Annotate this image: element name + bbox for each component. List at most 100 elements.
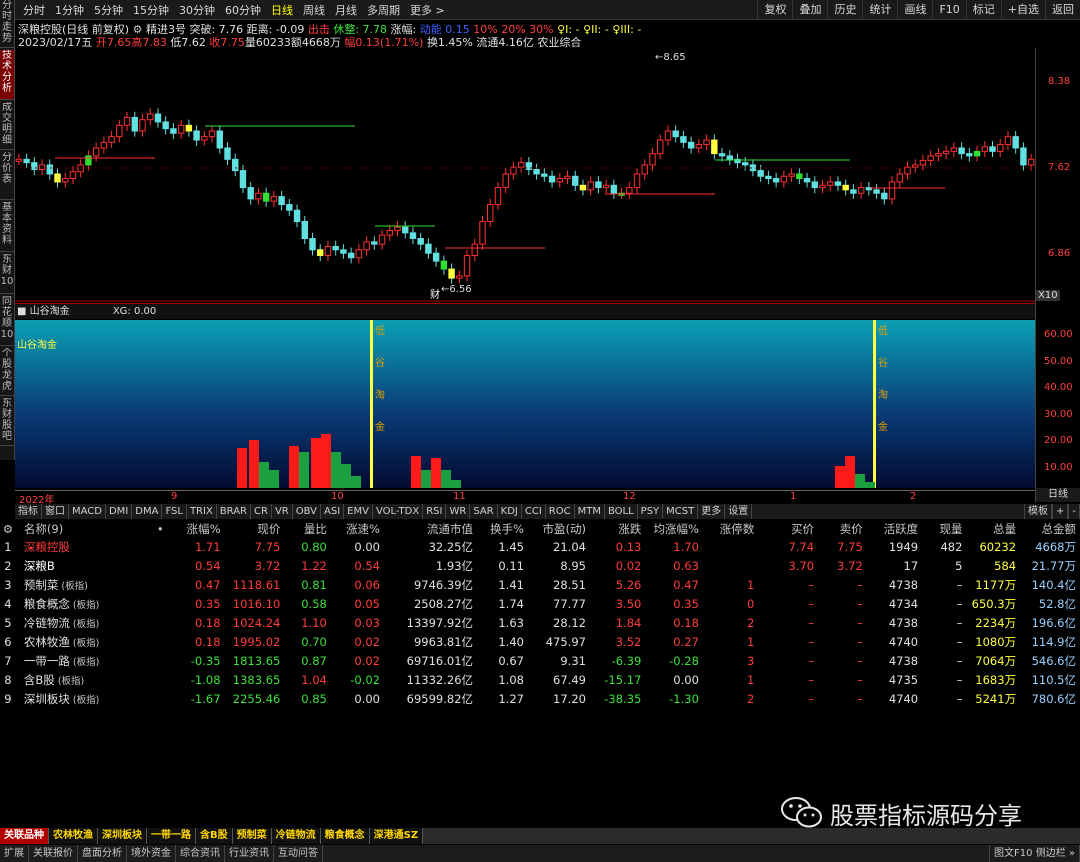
indicator-tab[interactable]: 窗口: [42, 504, 69, 519]
zoom-label[interactable]: X10: [1036, 290, 1060, 301]
table-row[interactable]: 8 含B股 (板指) -1.08 1383.65 1.04 -0.02 11332.26亿 1.…: [0, 670, 1080, 689]
status-right[interactable]: 图文F10 侧边栏 »: [989, 845, 1080, 862]
indicator-tab[interactable]: ASI: [321, 504, 345, 519]
left-tab[interactable]: 分时走势: [0, 0, 14, 48]
indicator-name[interactable]: 山谷淘金: [30, 306, 70, 317]
indicator-tab[interactable]: MACD: [69, 504, 106, 519]
indicator-tab[interactable]: SAR: [470, 504, 498, 519]
tool-button[interactable]: +自选: [1000, 0, 1045, 20]
indicator-chart[interactable]: 山谷淘金 低谷淘金 低谷淘金: [15, 320, 1035, 488]
indicator-tab[interactable]: CCI: [522, 504, 546, 519]
column-header[interactable]: 买价: [758, 520, 819, 537]
table-row[interactable]: 5 冷链物流 (板指) 0.18 1024.24 1.10 0.03 13397.92亿 1.6…: [0, 613, 1080, 632]
indicator-tab[interactable]: BOLL: [605, 504, 638, 519]
column-header[interactable]: 总金额: [1020, 520, 1080, 537]
column-header[interactable]: 换手%: [477, 520, 528, 537]
left-tab[interactable]: 东财股吧: [0, 398, 14, 446]
table-row[interactable]: 9 深圳板块 (板指) -1.67 2255.46 0.85 0.00 69599.82亿 1.…: [0, 689, 1080, 708]
indicator-tab[interactable]: ROC: [546, 504, 575, 519]
tool-button[interactable]: 标记: [965, 0, 1001, 20]
period-tab[interactable]: 月线: [330, 2, 362, 18]
left-tab[interactable]: 成交明细: [0, 102, 14, 150]
column-header[interactable]: 卖价: [818, 520, 867, 537]
column-header[interactable]: 均涨幅%: [645, 520, 703, 537]
indicator-tab[interactable]: FSL: [162, 504, 187, 519]
bottom-tab[interactable]: 含B股: [196, 828, 233, 844]
left-tab[interactable]: 同花顺10: [0, 296, 14, 346]
table-row[interactable]: 2 深粮B 0.54 3.72 1.22 0.54 1.93亿 0.11 8.95 0.02 0.6…: [0, 556, 1080, 575]
indicator-tab[interactable]: 指标: [15, 504, 42, 519]
bottom-tab[interactable]: 一带一路: [147, 828, 196, 844]
period-tab[interactable]: 更多 >: [405, 2, 450, 18]
period-tab[interactable]: 周线: [298, 2, 330, 18]
indicator-tab[interactable]: MTM: [575, 504, 605, 519]
indicator-tab[interactable]: CR: [251, 504, 272, 519]
tool-button[interactable]: 历史: [827, 0, 862, 20]
template-tab[interactable]: -: [1068, 504, 1080, 519]
bottom-tab[interactable]: 预制菜: [232, 828, 272, 844]
tool-button[interactable]: 复权: [757, 0, 792, 20]
column-header[interactable]: 量比: [284, 520, 331, 537]
table-row[interactable]: 6 农林牧渔 (板指) 0.18 1995.02 0.70 0.02 9963.81亿 1.40…: [0, 632, 1080, 651]
period-tab[interactable]: 5分钟: [89, 2, 128, 18]
column-header[interactable]: 涨幅%: [169, 520, 225, 537]
column-header[interactable]: 涨速%: [330, 520, 384, 537]
template-tab[interactable]: +: [1052, 504, 1069, 519]
column-header[interactable]: 现量: [922, 520, 967, 537]
indicator-tab[interactable]: OBV: [293, 504, 321, 519]
indicator-tab[interactable]: BRAR: [217, 504, 251, 519]
column-header[interactable]: •: [152, 520, 170, 537]
bottom-tab[interactable]: 粮食概念: [320, 828, 370, 844]
table-row[interactable]: 3 预制菜 (板指) 0.47 1118.61 0.81 0.06 9746.39亿 1.41 2…: [0, 575, 1080, 594]
indicator-tab[interactable]: MCST: [663, 504, 699, 519]
column-header[interactable]: 涨停数: [702, 520, 759, 537]
period-tab[interactable]: 30分钟: [174, 2, 220, 18]
daily-button[interactable]: 日线: [1036, 488, 1080, 502]
indicator-tab[interactable]: DMI: [106, 504, 133, 519]
indicator-tab[interactable]: VR: [272, 504, 293, 519]
table-row[interactable]: 1 深粮控股 1.71 7.75 0.80 0.00 32.25亿 1.45 21.04 0.13…: [0, 537, 1080, 556]
bottom-tab[interactable]: 深港通SZ: [369, 828, 424, 844]
left-tab[interactable]: 东财10: [0, 254, 14, 294]
left-tab[interactable]: 个股龙虎: [0, 348, 14, 396]
column-header[interactable]: 现价: [224, 520, 285, 537]
template-tab[interactable]: 模板: [1024, 504, 1052, 519]
left-tab[interactable]: 技术分析: [0, 50, 14, 100]
indicator-tab[interactable]: WR: [446, 504, 471, 519]
period-tab[interactable]: 60分钟: [220, 2, 266, 18]
column-header[interactable]: 活跃度: [866, 520, 923, 537]
indicator-tab[interactable]: KDJ: [498, 504, 522, 519]
period-tab[interactable]: 15分钟: [128, 2, 174, 18]
indicator-tab-icon[interactable]: ■: [17, 306, 26, 317]
period-tab[interactable]: 分时: [18, 2, 50, 18]
period-tab[interactable]: 多周期: [362, 2, 405, 18]
indicator-tab[interactable]: PSY: [638, 504, 664, 519]
bottom-tab[interactable]: 深圳板块: [98, 828, 147, 844]
status-item[interactable]: 互动问答: [274, 845, 323, 862]
indicator-tab[interactable]: VOL-TDX: [373, 504, 424, 519]
status-item[interactable]: 行业资讯: [225, 845, 274, 862]
column-header[interactable]: 市盈(动): [527, 520, 590, 537]
left-tab[interactable]: 基本资料: [0, 202, 14, 252]
period-tab[interactable]: 1分钟: [50, 2, 89, 18]
period-tab[interactable]: 日线: [266, 2, 298, 18]
bottom-tab[interactable]: 关联品种: [0, 828, 49, 844]
status-item[interactable]: 关联报价: [29, 845, 78, 862]
indicator-tab[interactable]: 设置: [725, 504, 753, 519]
bottom-tab[interactable]: 冷链物流: [271, 828, 321, 844]
status-item[interactable]: 扩展: [0, 845, 29, 862]
tool-button[interactable]: 返回: [1045, 0, 1080, 20]
tool-button[interactable]: 画线: [897, 0, 932, 20]
table-row[interactable]: 4 粮食概念 (板指) 0.35 1016.10 0.58 0.05 2508.27亿 1.74…: [0, 594, 1080, 613]
column-header[interactable]: 名称(9): [19, 520, 153, 537]
bottom-tab[interactable]: 农林牧渔: [49, 828, 98, 844]
left-tab[interactable]: 分价表: [0, 152, 14, 200]
table-row[interactable]: 7 一带一路 (板指) -0.35 1813.65 0.87 0.02 69716.01亿 0.…: [0, 651, 1080, 670]
settings-gear-icon[interactable]: ⚙: [0, 520, 20, 537]
column-header[interactable]: 涨跌: [589, 520, 646, 537]
status-item[interactable]: 盘面分析: [78, 845, 127, 862]
column-header[interactable]: 总量: [966, 520, 1021, 537]
tool-button[interactable]: F10: [932, 0, 965, 20]
indicator-tab[interactable]: TRIX: [187, 504, 217, 519]
indicator-tab[interactable]: 更多: [698, 504, 726, 519]
